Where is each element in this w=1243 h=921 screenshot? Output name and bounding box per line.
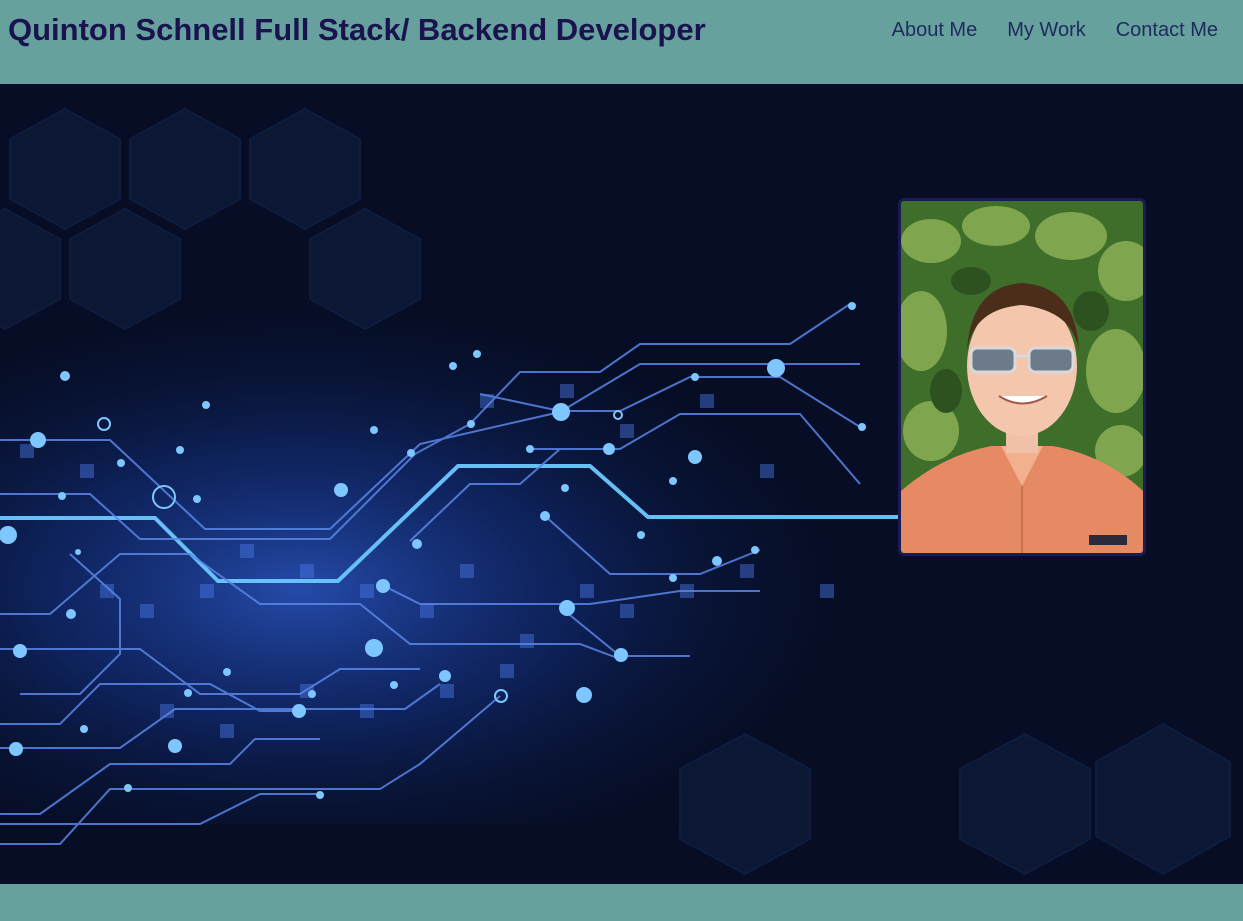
nav-about-me-link[interactable]: About Me	[892, 19, 978, 42]
site-header: Quinton Schnell Full Stack/ Backend Deve…	[0, 0, 1243, 84]
profile-photo	[901, 201, 1143, 553]
nav-contact-me-link[interactable]: Contact Me	[1116, 19, 1218, 42]
footer-strip	[0, 884, 1243, 921]
site-title: Quinton Schnell Full Stack/ Backend Deve…	[8, 12, 706, 47]
main-nav: About Me My Work Contact Me	[892, 19, 1218, 42]
hero-section	[0, 84, 1243, 884]
nav-my-work-link[interactable]: My Work	[1007, 19, 1086, 42]
profile-photo-frame	[898, 198, 1146, 556]
